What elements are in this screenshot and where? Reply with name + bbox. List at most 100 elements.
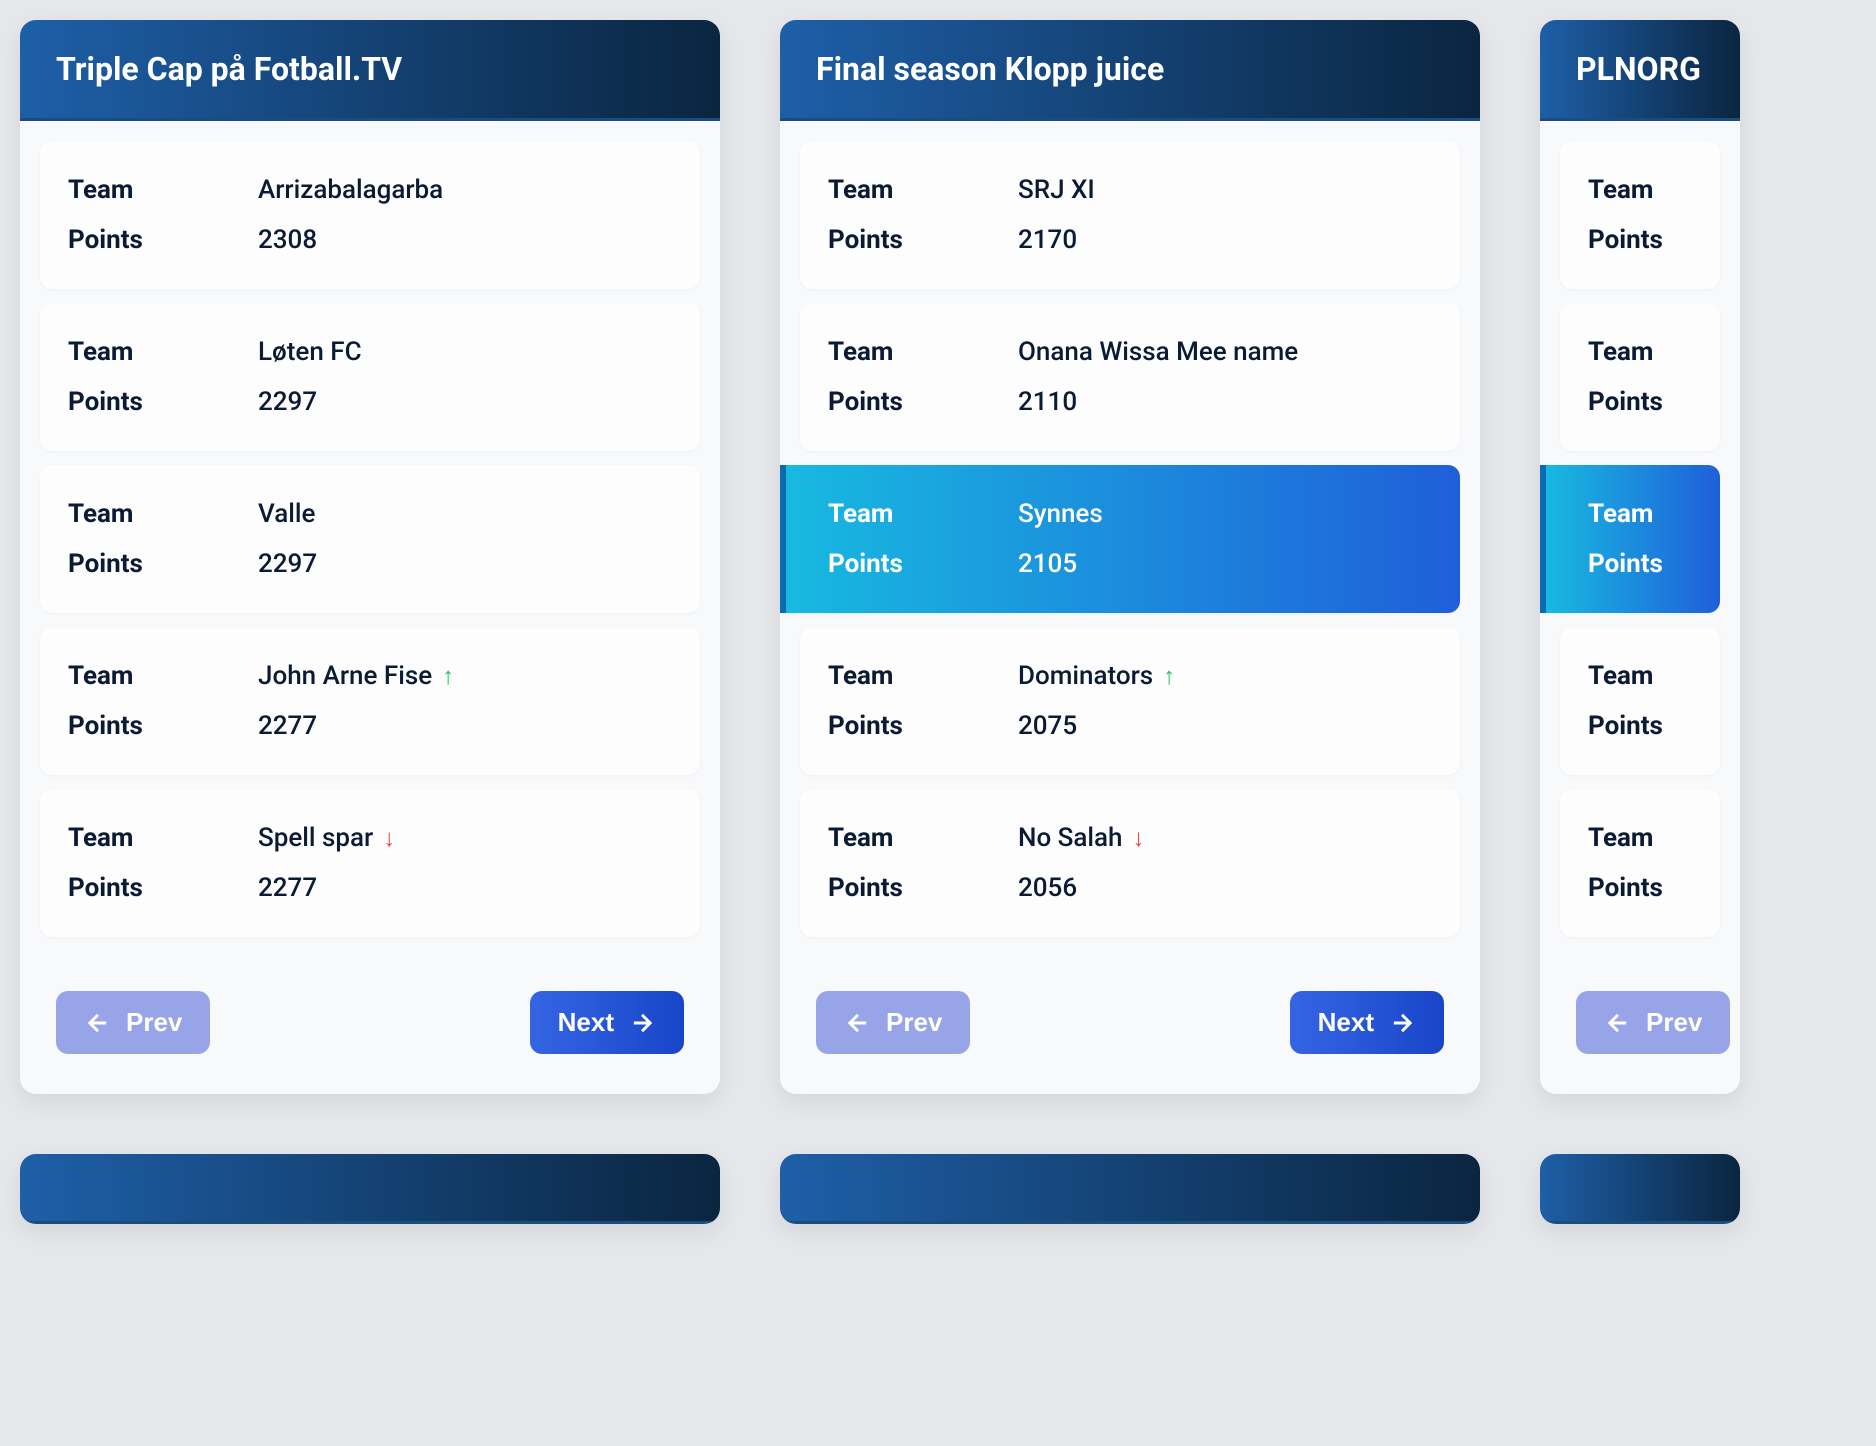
team-value: SRJ XI [1018, 175, 1095, 205]
team-line: TeamSynnes [828, 489, 1432, 539]
points-line: Points2056 [828, 863, 1432, 913]
card-stub [1540, 1154, 1740, 1224]
card-title: Triple Cap på Fotball.TV [20, 20, 720, 121]
team-label: Team [1588, 823, 1740, 853]
points-label: Points [1588, 711, 1740, 741]
team-name: No Salah [1018, 823, 1123, 853]
points-line: Points [1588, 215, 1692, 265]
prev-button[interactable]: Prev [56, 991, 210, 1054]
card-stub [20, 1154, 720, 1224]
arrow-left-icon [84, 1009, 112, 1037]
points-value: 2075 [1018, 711, 1077, 741]
points-value: 2170 [1018, 225, 1077, 255]
next-button[interactable]: Next [1290, 991, 1444, 1054]
points-line: Points [1588, 377, 1692, 427]
points-line: Points2277 [68, 701, 672, 751]
points-value: 2110 [1018, 387, 1077, 417]
team-value: Arrizabalagarba [258, 175, 443, 205]
prev-label: Prev [126, 1007, 182, 1038]
team-value: Valle [258, 499, 315, 529]
team-name: John Arne Fise [258, 661, 432, 691]
next-button[interactable]: Next [530, 991, 684, 1054]
points-label: Points [1588, 873, 1740, 903]
prev-button[interactable]: Prev [1576, 991, 1730, 1054]
team-line: TeamSRJ XI [828, 165, 1432, 215]
team-label: Team [828, 499, 1018, 529]
next-label: Next [1318, 1007, 1374, 1038]
team-name: Spell spar [258, 823, 373, 853]
table-row[interactable]: TeamDominators ↑ Points2075 [800, 627, 1460, 775]
points-line: Points2170 [828, 215, 1432, 265]
points-label: Points [828, 387, 1018, 417]
points-label: Points [828, 711, 1018, 741]
team-line: TeamArrizabalagarba [68, 165, 672, 215]
arrow-right-icon [1388, 1009, 1416, 1037]
team-name: Valle [258, 499, 315, 529]
team-name: Dominators [1018, 661, 1153, 691]
team-line: Team [1588, 813, 1692, 863]
arrow-left-icon [844, 1009, 872, 1037]
points-value: 2105 [1018, 549, 1077, 579]
second-row-placeholder [20, 1154, 1856, 1224]
table-row[interactable]: TeamJohn Arne Fise ↑ Points2277 [40, 627, 700, 775]
team-value: Spell spar↓ [258, 823, 395, 853]
arrow-up-icon: ↑ [1163, 662, 1175, 691]
card-stub-header [780, 1154, 1480, 1224]
table-row[interactable]: TeamOnana Wissa Mee namePoints2110 [800, 303, 1460, 451]
team-line: TeamNo Salah↓ [828, 813, 1432, 863]
league-card: PLNORGTeamPointsTeamPointsTeamPointsTeam… [1540, 20, 1740, 1094]
points-label: Points [828, 873, 1018, 903]
table-row[interactable]: TeamNo Salah↓Points2056 [800, 789, 1460, 937]
arrow-right-icon [628, 1009, 656, 1037]
card-stub-header [20, 1154, 720, 1224]
points-label: Points [68, 549, 258, 579]
card-stub [780, 1154, 1480, 1224]
table-row[interactable]: TeamPoints [1560, 141, 1720, 289]
team-label: Team [68, 823, 258, 853]
team-name: Synnes [1018, 499, 1103, 529]
team-line: TeamLøten FC [68, 327, 672, 377]
team-value: Dominators ↑ [1018, 661, 1175, 691]
table-row[interactable]: TeamVallePoints2297 [40, 465, 700, 613]
table-row[interactable]: TeamSynnesPoints2105 [780, 465, 1460, 613]
table-row[interactable]: TeamPoints [1560, 303, 1720, 451]
points-label: Points [68, 387, 258, 417]
prev-button[interactable]: Prev [816, 991, 970, 1054]
table-row[interactable]: TeamLøten FC Points2297 [40, 303, 700, 451]
card-footer: Prev Next [20, 971, 720, 1094]
team-line: Team [1588, 651, 1692, 701]
points-value: 2056 [1018, 873, 1077, 903]
team-line: TeamSpell spar↓ [68, 813, 672, 863]
prev-label: Prev [1646, 1007, 1702, 1038]
team-value: Synnes [1018, 499, 1103, 529]
points-label: Points [828, 225, 1018, 255]
team-value: No Salah ↓ [1018, 823, 1145, 853]
team-line: TeamDominators ↑ [828, 651, 1432, 701]
team-value: Onana Wissa Mee name [1018, 337, 1298, 367]
table-row[interactable]: TeamPoints [1560, 789, 1720, 937]
team-name: Onana Wissa Mee name [1018, 337, 1298, 367]
team-label: Team [828, 661, 1018, 691]
team-label: Team [1588, 337, 1740, 367]
team-value: Løten FC [258, 337, 362, 367]
points-label: Points [828, 549, 1018, 579]
arrow-down-icon: ↓ [1133, 824, 1145, 853]
table-row[interactable]: TeamArrizabalagarbaPoints2308 [40, 141, 700, 289]
arrow-up-icon: ↑ [442, 662, 454, 691]
points-value: 2277 [258, 873, 317, 903]
card-footer: Prev [1540, 971, 1740, 1094]
table-row[interactable]: TeamPoints [1540, 465, 1720, 613]
table-row[interactable]: TeamSRJ XIPoints2170 [800, 141, 1460, 289]
next-label: Next [558, 1007, 614, 1038]
team-label: Team [1588, 661, 1740, 691]
team-name: Arrizabalagarba [258, 175, 443, 205]
points-line: Points2110 [828, 377, 1432, 427]
table-row[interactable]: TeamPoints [1560, 627, 1720, 775]
team-label: Team [828, 337, 1018, 367]
card-body: TeamPointsTeamPointsTeamPointsTeamPoints… [1540, 121, 1740, 971]
points-value: 2297 [258, 387, 317, 417]
points-label: Points [1588, 225, 1740, 255]
points-line: Points2075 [828, 701, 1432, 751]
table-row[interactable]: TeamSpell spar↓Points2277 [40, 789, 700, 937]
team-label: Team [68, 661, 258, 691]
